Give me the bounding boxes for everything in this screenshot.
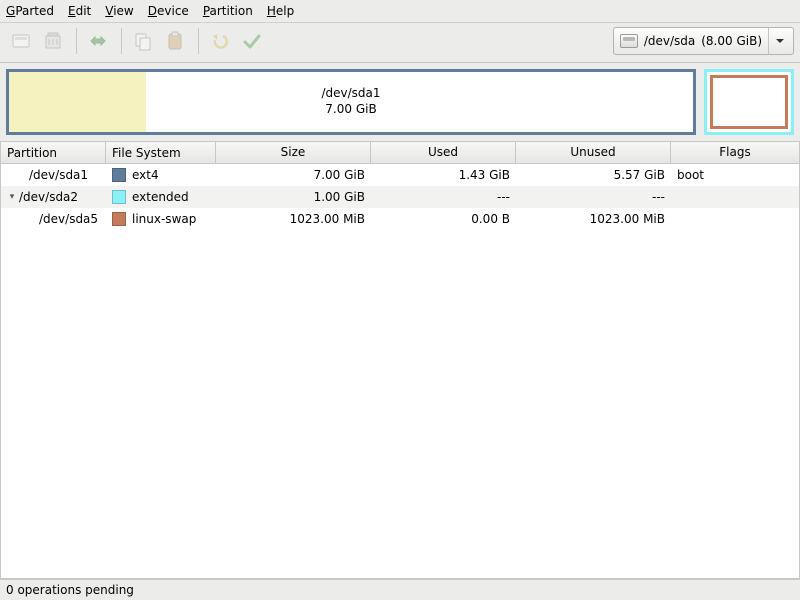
cell-used: --- [371,187,516,207]
device-path: /dev/sda [644,34,695,48]
new-partition-button[interactable] [6,26,36,56]
cell-used: 1.43 GiB [371,165,516,185]
paste-button[interactable] [160,26,190,56]
fs-type: linux-swap [132,212,196,226]
partition-block-sda5[interactable] [710,75,788,129]
chevron-down-icon[interactable] [768,28,791,54]
table-row[interactable]: /dev/sda5 linux-swap 1023.00 MiB0.00 B1023… [1,208,799,230]
partition-block-label: /dev/sda1 7.00 GiB [9,86,693,117]
col-partition[interactable]: Partition [1,142,106,163]
cell-flags [671,216,799,222]
undo-button[interactable] [205,26,235,56]
partition-name: /dev/sda2 [19,190,78,204]
drive-icon [620,34,638,48]
cell-unused: 5.57 GiB [516,165,671,185]
partition-table: Partition File System Size Used Unused F… [0,141,800,579]
cell-used: 0.00 B [371,209,516,229]
copy-button[interactable] [128,26,158,56]
table-body: /dev/sda1 ext4 7.00 GiB1.43 GiB5.57 GiBboo… [1,164,799,578]
cell-size: 1.00 GiB [216,187,371,207]
cell-unused: 1023.00 MiB [516,209,671,229]
expander-icon[interactable]: ▾ [7,192,17,202]
table-row[interactable]: ▾/dev/sda2extended1.00 GiB------ [1,186,799,208]
status-bar: 0 operations pending [0,579,800,600]
partition-name: /dev/sda1 [19,168,88,182]
cell-flags: boot [671,165,799,185]
device-size: (8.00 GiB) [701,34,762,48]
fs-swatch-icon [112,190,126,204]
cell-size: 7.00 GiB [216,165,371,185]
cell-flags [671,194,799,200]
table-header: Partition File System Size Used Unused F… [1,142,799,164]
cell-unused: --- [516,187,671,207]
toolbar-separator [121,28,122,54]
menu-partition[interactable]: Partition [203,4,253,18]
menu-help[interactable]: Help [267,4,294,18]
toolbar-separator [198,28,199,54]
col-unused[interactable]: Unused [516,142,671,163]
apply-button[interactable] [237,26,267,56]
fs-type: ext4 [132,168,159,182]
menu-device[interactable]: Device [148,4,189,18]
partition-map: /dev/sda1 7.00 GiB [0,63,800,141]
partition-name: /dev/sda5 [19,212,98,226]
device-selector[interactable]: /dev/sda (8.00 GiB) [613,27,794,55]
delete-partition-button[interactable] [38,26,68,56]
col-used[interactable]: Used [371,142,516,163]
fs-swatch-icon [112,168,126,182]
menu-view[interactable]: View [105,4,133,18]
fs-swatch-icon [112,212,126,226]
col-flags[interactable]: Flags [671,142,799,163]
col-size[interactable]: Size [216,142,371,163]
table-row[interactable]: /dev/sda1 ext4 7.00 GiB1.43 GiB5.57 GiBboo… [1,164,799,186]
resize-move-button[interactable] [83,26,113,56]
col-filesystem[interactable]: File System [106,142,216,163]
menu-edit[interactable]: Edit [68,4,91,18]
partition-block-sda1[interactable]: /dev/sda1 7.00 GiB [6,69,696,135]
partition-block-sda2[interactable] [704,69,794,135]
cell-size: 1023.00 MiB [216,209,371,229]
toolbar: /dev/sda (8.00 GiB) [0,23,800,63]
status-text: 0 operations pending [6,583,134,597]
toolbar-separator [76,28,77,54]
fs-type: extended [132,190,189,204]
menubar: GParted Edit View Device Partition Help [0,0,800,23]
menu-gparted[interactable]: GParted [6,4,54,18]
